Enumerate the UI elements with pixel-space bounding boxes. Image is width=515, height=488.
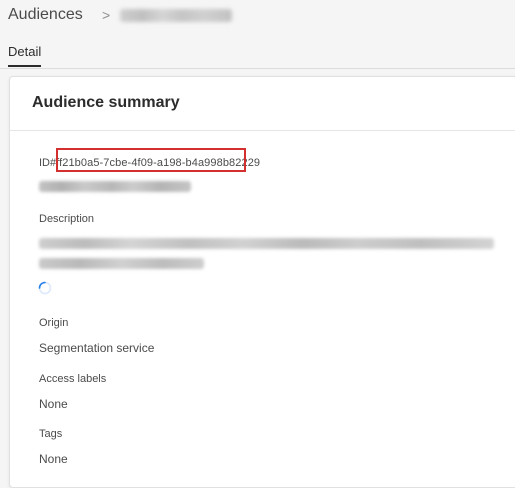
card-header: Audience summary [10, 77, 515, 131]
tab-active-indicator [8, 65, 41, 67]
origin-value: Segmentation service [39, 341, 155, 355]
audience-id-highlight-box [56, 148, 246, 172]
card-title: Audience summary [32, 94, 180, 111]
breadcrumb-audience-name-redacted [120, 9, 232, 22]
breadcrumb-audiences-link[interactable]: Audiences [8, 6, 83, 24]
spinner-icon [38, 281, 52, 295]
access-labels-label: Access labels [39, 373, 107, 385]
tags-value: None [39, 452, 68, 466]
description-text-redacted-line-1 [39, 238, 494, 249]
tab-detail[interactable]: Detail [8, 44, 41, 59]
audience-name-redacted [39, 181, 191, 192]
description-label: Description [39, 213, 95, 225]
tab-bar: Detail [0, 36, 515, 69]
tags-label: Tags [39, 428, 63, 440]
breadcrumb: Audiences > [0, 0, 515, 36]
chevron-right-icon: > [102, 7, 111, 23]
audience-summary-card: Audience summary ID#ff21b0a5-7cbe-4f09-a… [9, 76, 515, 488]
access-labels-value: None [39, 397, 68, 411]
audience-id-prefix: ID# [39, 157, 57, 169]
origin-label: Origin [39, 317, 69, 329]
description-text-redacted-line-2 [39, 258, 204, 269]
